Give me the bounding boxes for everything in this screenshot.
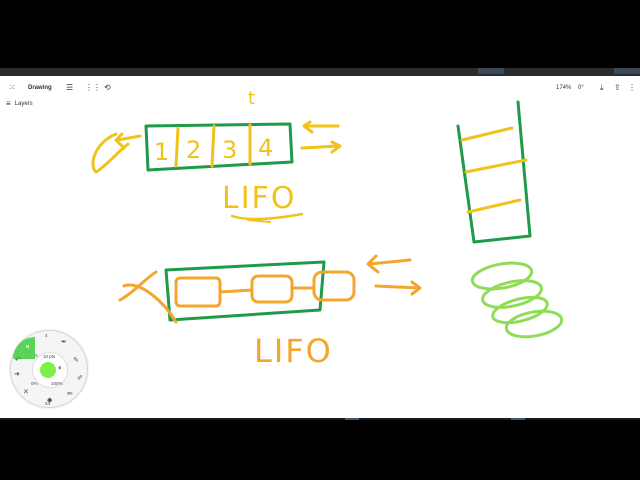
ink-stroke (302, 120, 340, 134)
taskbar-indicator (345, 418, 359, 420)
handwritten-4: 4 (258, 134, 273, 162)
ink-stroke (481, 279, 543, 309)
drawing-canvas[interactable]: t 1 2 3 4 LIFO LIFO (0, 68, 640, 418)
queue-array-drawing (91, 120, 342, 223)
handwritten-3: 3 (222, 136, 237, 164)
ink-stroke (174, 276, 222, 308)
handwritten-1: 1 (154, 138, 169, 166)
ink-stroke (247, 219, 271, 223)
ink-stroke (504, 309, 564, 339)
brush-color-swatch[interactable] (40, 362, 56, 378)
ink-stroke (470, 261, 534, 291)
contrast-icon[interactable]: ◐ (58, 364, 63, 372)
taskbar-edge (0, 418, 640, 420)
handwritten-2: 2 (186, 136, 201, 164)
drawing-app: ⁙ Drawing ☰ ⋮⋮ ⟲ 174% 0° ⤓ ⇪ ⋮ ≡ Layers … (0, 68, 640, 418)
taskbar-indicator (511, 418, 525, 420)
list-icon: ≡ (35, 353, 38, 359)
brush-icon[interactable]: ✎ (73, 357, 79, 364)
opacity-min: 0% (31, 381, 38, 386)
ink-stroke (366, 254, 412, 274)
handwritten-lifo-top: LIFO (222, 181, 296, 216)
ink-stroke (250, 274, 294, 304)
arrow-icon[interactable]: ➜ (14, 371, 20, 378)
brush-dial[interactable]: N 4 ✒ ✎ ✐ ✏ ◆ 24 ✕ ➜ ↶ ≡ 10 pts ◐ 0% 100… (10, 330, 88, 408)
close-icon[interactable]: ✕ (23, 389, 29, 396)
linked-list-drawing (118, 254, 422, 324)
ink-stroke (466, 198, 522, 214)
handwritten-t: t (248, 88, 255, 109)
brush-size[interactable]: 10 pts (43, 354, 55, 359)
left-value: N (26, 344, 30, 349)
stack-drawing (456, 100, 532, 244)
circles-drawing (470, 261, 564, 339)
ink-stroke (464, 158, 528, 174)
opacity-max: 100% (51, 381, 63, 386)
undo-icon[interactable]: ↶ (15, 357, 21, 364)
top-value: 4 (45, 333, 48, 338)
pen-icon[interactable]: ✒ (61, 339, 67, 346)
ink-stroke (300, 140, 342, 154)
marker-icon[interactable]: ✐ (77, 375, 83, 382)
handwritten-lifo-bottom: LIFO (254, 332, 333, 370)
ink-stroke (374, 280, 422, 296)
pencil-icon[interactable]: ✏ (67, 391, 73, 398)
ink-stroke (460, 126, 514, 142)
bottom-value: 24 (45, 401, 51, 406)
ink-stroke (218, 288, 254, 294)
